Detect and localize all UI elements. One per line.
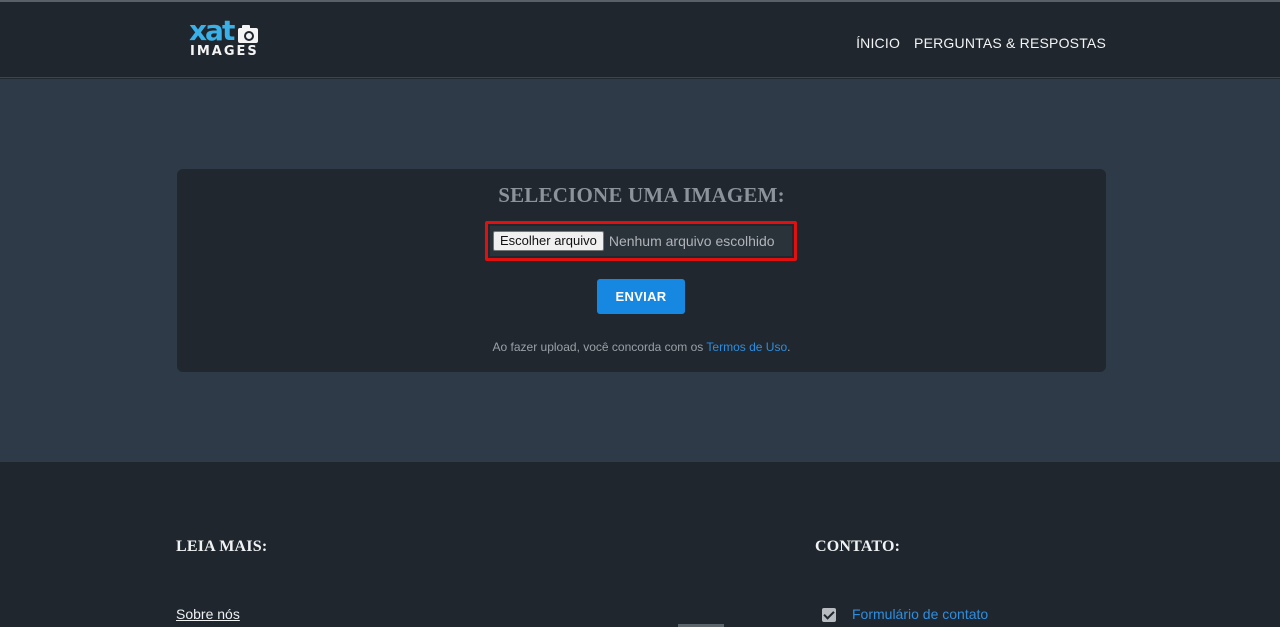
main-nav: ÍNICIO PERGUNTAS & RESPOSTAS (856, 35, 1106, 51)
upload-title: SELECIONE UMA IMAGEM: (498, 183, 785, 207)
check-square-icon (822, 608, 836, 622)
site-logo[interactable]: xat IMAGES (189, 16, 263, 64)
site-footer: LEIA MAIS: Sobre nós CONTATO: Formulário… (0, 462, 1280, 627)
logo-text-xat: xat (189, 14, 235, 47)
submit-button[interactable]: ENVIAR (597, 279, 685, 314)
terms-link[interactable]: Termos de Uso (706, 340, 787, 354)
footer-link-sobre-nos[interactable]: Sobre nós (176, 606, 240, 622)
choose-file-button[interactable]: Escolher arquivo (493, 231, 604, 251)
contact-form-link[interactable]: Formulário de contato (852, 606, 988, 622)
file-input-highlight: Escolher arquivo Nenhum arquivo escolhid… (485, 221, 797, 261)
logo-text-images: IMAGES (190, 44, 259, 59)
terms-prefix: Ao fazer upload, você concorda com os (492, 340, 707, 354)
file-input[interactable]: Escolher arquivo Nenhum arquivo escolhid… (490, 226, 792, 256)
contact-heading: CONTATO: (815, 538, 901, 555)
camera-icon (238, 25, 258, 43)
terms-notice: Ao fazer upload, você concorda com os Te… (177, 340, 1106, 354)
file-status-text: Nenhum arquivo escolhido (608, 233, 775, 249)
site-header: xat IMAGES ÍNICIO PERGUNTAS & RESPOSTAS (0, 2, 1280, 78)
nav-link-inicio[interactable]: ÍNICIO (856, 35, 900, 51)
read-more-heading: LEIA MAIS: (176, 538, 268, 555)
terms-suffix: . (787, 340, 791, 354)
upload-card: SELECIONE UMA IMAGEM: Escolher arquivo N… (177, 169, 1106, 372)
upload-section: SELECIONE UMA IMAGEM: Escolher arquivo N… (0, 79, 1280, 462)
nav-link-perguntas-respostas[interactable]: PERGUNTAS & RESPOSTAS (914, 35, 1106, 51)
